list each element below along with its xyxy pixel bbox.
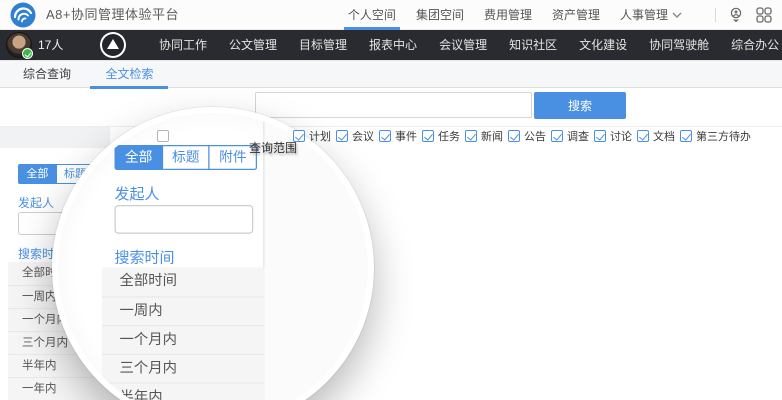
main-navbar: 17人 协同工作 公文管理 目标管理 报表中心 会议管理 知识社区 文化建设 协… — [0, 30, 782, 60]
tab-comprehensive-query[interactable]: 综合查询 — [8, 61, 86, 88]
scope-item-plan[interactable]: 计划 — [293, 128, 331, 144]
news-checkbox[interactable] — [465, 130, 477, 142]
menu-goals[interactable]: 目标管理 — [288, 30, 358, 60]
magnifier-lens-content: 全部 标题 附件 发起人 搜索时间 全部时间 一周内 一个月内 三个月内 半年内… — [92, 107, 374, 400]
announcement-checkbox[interactable] — [508, 130, 520, 142]
event-checkbox[interactable] — [379, 130, 391, 142]
v5-logo-icon[interactable] — [100, 32, 126, 58]
header-nav: 个人空间 集团空间 费用管理 资产管理 人事管理 — [348, 0, 682, 30]
chevron-down-icon — [672, 12, 682, 18]
scope-checkbox-row: 计划 会议 事件 任务 新闻 公告 调查 讨论 — [157, 128, 756, 144]
magnified-search-time-label: 搜索时间 — [115, 246, 175, 267]
user-location-icon[interactable] — [728, 7, 744, 23]
menu-reports[interactable]: 报表中心 — [358, 30, 428, 60]
task-label: 任务 — [438, 128, 460, 144]
scope-item-thirdparty[interactable]: 第三方待办 — [680, 128, 751, 144]
scope-item-announcement[interactable]: 公告 — [508, 128, 546, 144]
menu-knowledge[interactable]: 知识社区 — [498, 30, 568, 60]
plan-label: 计划 — [309, 128, 331, 144]
top-header: A8+协同管理体验平台 个人空间 集团空间 费用管理 资产管理 人事管理 — [0, 0, 782, 30]
header-divider — [715, 8, 716, 22]
search-tabbar: 综合查询 全文检索 — [0, 60, 782, 88]
initiator-label: 发起人 — [18, 194, 54, 211]
thirdparty-label: 第三方待办 — [696, 128, 751, 144]
menu-official-docs[interactable]: 公文管理 — [218, 30, 288, 60]
header-nav-personal-space[interactable]: 个人空间 — [348, 0, 396, 30]
header-nav-hr[interactable]: 人事管理 — [620, 0, 682, 30]
header-nav-asset[interactable]: 资产管理 — [552, 0, 600, 30]
scope-item-event[interactable]: 事件 — [379, 128, 417, 144]
search-button[interactable]: 搜索 — [534, 92, 626, 119]
magnified-initiator-label: 发起人 — [115, 183, 160, 204]
announcement-label: 公告 — [524, 128, 546, 144]
event-label: 事件 — [395, 128, 417, 144]
meeting-label: 会议 — [352, 128, 374, 144]
online-check-badge — [22, 48, 33, 59]
magnified-time-filter-list: 全部时间 一周内 一个月内 三个月内 半年内 一年内 — [102, 268, 265, 400]
scope-item-meeting[interactable]: 会议 — [336, 128, 374, 144]
scope-item-task[interactable]: 任务 — [422, 128, 460, 144]
magnified-time-item-halfyear[interactable]: 半年内 — [102, 383, 265, 400]
tab-fulltext-search[interactable]: 全文检索 — [90, 61, 168, 88]
header-nav-expense[interactable]: 费用管理 — [484, 0, 532, 30]
main-menu: 协同工作 公文管理 目标管理 报表中心 会议管理 知识社区 文化建设 协同驾驶舱… — [148, 30, 782, 60]
magnifier-lens: 全部 标题 附件 发起人 搜索时间 全部时间 一周内 一个月内 三个月内 半年内… — [52, 107, 374, 400]
meeting-checkbox[interactable] — [336, 130, 348, 142]
magnified-initiator-input[interactable] — [115, 205, 254, 234]
logo-swirl-icon — [10, 2, 36, 28]
menu-culture[interactable]: 文化建设 — [568, 30, 638, 60]
page-title: A8+协同管理体验平台 — [46, 0, 179, 30]
scope-item-news[interactable]: 新闻 — [465, 128, 503, 144]
discussion-checkbox[interactable] — [594, 130, 606, 142]
magnified-time-item-3months[interactable]: 三个月内 — [102, 354, 265, 383]
task-checkbox[interactable] — [422, 130, 434, 142]
magnified-filter-tab-title[interactable]: 标题 — [163, 145, 210, 170]
news-label: 新闻 — [481, 128, 503, 144]
header-nav-hr-label: 人事管理 — [620, 0, 668, 30]
menu-meetings[interactable]: 会议管理 — [428, 30, 498, 60]
header-icon-group — [715, 0, 782, 30]
filter-tab-all[interactable]: 全部 — [18, 164, 57, 184]
document-checkbox[interactable] — [637, 130, 649, 142]
menu-general-office[interactable]: 综合办公 — [720, 30, 782, 60]
online-count[interactable]: 17人 — [38, 30, 63, 60]
menu-collaboration[interactable]: 协同工作 — [148, 30, 218, 60]
header-nav-group-space[interactable]: 集团空间 — [416, 0, 464, 30]
discussion-label: 讨论 — [610, 128, 632, 144]
scope-item-discussion[interactable]: 讨论 — [594, 128, 632, 144]
scope-item-document[interactable]: 文档 — [637, 128, 675, 144]
app-window: A8+协同管理体验平台 个人空间 集团空间 费用管理 资产管理 人事管理 — [0, 0, 782, 400]
menu-cockpit[interactable]: 协同驾驶舱 — [638, 30, 720, 60]
survey-label: 调查 — [567, 128, 589, 144]
magnified-time-item-all[interactable]: 全部时间 — [102, 268, 265, 297]
survey-checkbox[interactable] — [551, 130, 563, 142]
select-all-checkbox[interactable] — [157, 130, 169, 142]
scope-item-survey[interactable]: 调查 — [551, 128, 589, 144]
scope-select-all[interactable] — [157, 130, 173, 142]
magnified-time-item-week[interactable]: 一周内 — [102, 296, 265, 325]
magnified-filter-panel: 全部 标题 附件 发起人 搜索时间 全部时间 一周内 一个月内 三个月内 半年内… — [92, 107, 267, 400]
apps-grid-icon[interactable] — [756, 7, 772, 23]
scope-section-label: 查询范围 — [249, 139, 297, 156]
magnified-filter-tab-all[interactable]: 全部 — [115, 145, 163, 170]
magnified-time-item-month[interactable]: 一个月内 — [102, 325, 265, 354]
magnified-filter-tab-group: 全部 标题 附件 — [115, 145, 258, 170]
thirdparty-checkbox[interactable] — [680, 130, 692, 142]
document-label: 文档 — [653, 128, 675, 144]
